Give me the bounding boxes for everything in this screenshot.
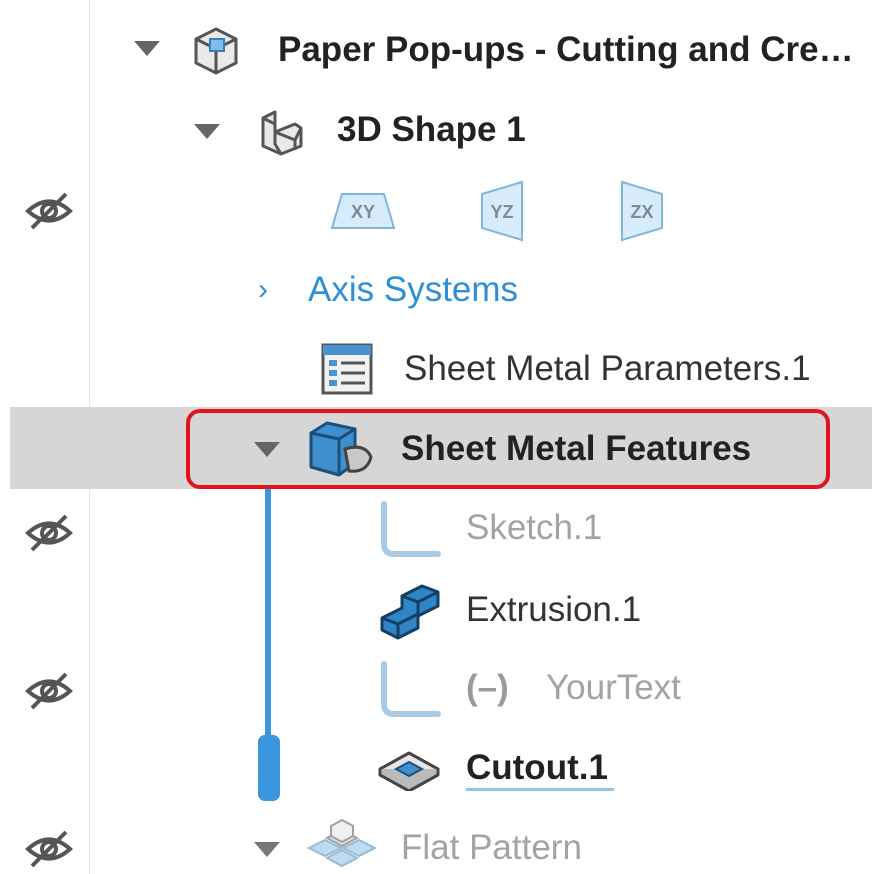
parameters-table-icon[interactable] [320,342,374,396]
branch-scroll-handle[interactable] [258,735,280,801]
sheet-metal-features-icon[interactable] [305,419,375,481]
svg-text:ZX: ZX [630,202,653,222]
sketch-icon[interactable] [378,500,442,560]
cutout-icon[interactable] [376,745,442,791]
hidden-eye-icon[interactable] [24,190,74,232]
tree-node-root[interactable]: Paper Pop-ups - Cutting and Cre… [278,30,854,70]
current-feature-underline [466,788,614,791]
tree-node-sheet-metal-parameters[interactable]: Sheet Metal Parameters.1 [404,349,811,389]
tree-node-3d-shape[interactable]: 3D Shape 1 [337,110,526,150]
expand-toggle[interactable] [254,442,280,457]
tree-node-flat-pattern[interactable]: Flat Pattern [401,828,582,868]
flat-pattern-icon[interactable] [305,818,379,872]
svg-text:XY: XY [351,202,375,222]
hidden-eye-icon[interactable] [24,512,74,554]
yz-plane-icon[interactable]: YZ [480,180,524,242]
tree-node-sketch-1[interactable]: Sketch.1 [466,508,602,548]
expand-toggle[interactable] [134,41,160,56]
chevron-right-icon[interactable]: › [258,270,268,310]
hidden-eye-icon[interactable] [24,670,74,712]
tree-node-sheet-metal-features[interactable]: Sheet Metal Features [401,429,751,469]
tree-node-axis-systems[interactable]: Axis Systems [308,270,518,310]
svg-text:YZ: YZ [490,202,513,222]
product-icon[interactable] [190,25,242,77]
branch-connector [265,489,271,759]
xy-plane-icon[interactable]: XY [330,188,396,234]
tree-node-cutout-1[interactable]: Cutout.1 [466,748,608,788]
expand-toggle[interactable] [194,124,220,139]
expand-toggle[interactable] [254,842,280,857]
deactivated-marker: (–) [466,668,509,707]
hidden-eye-icon[interactable] [24,828,74,870]
extrusion-icon[interactable] [378,578,442,640]
tree-node-extrusion-1[interactable]: Extrusion.1 [466,590,641,630]
3d-shape-icon[interactable] [255,106,307,158]
zx-plane-icon[interactable]: ZX [620,180,664,242]
tree-node-yourtext[interactable]: YourText [546,668,681,708]
sketch-icon[interactable] [378,660,442,720]
